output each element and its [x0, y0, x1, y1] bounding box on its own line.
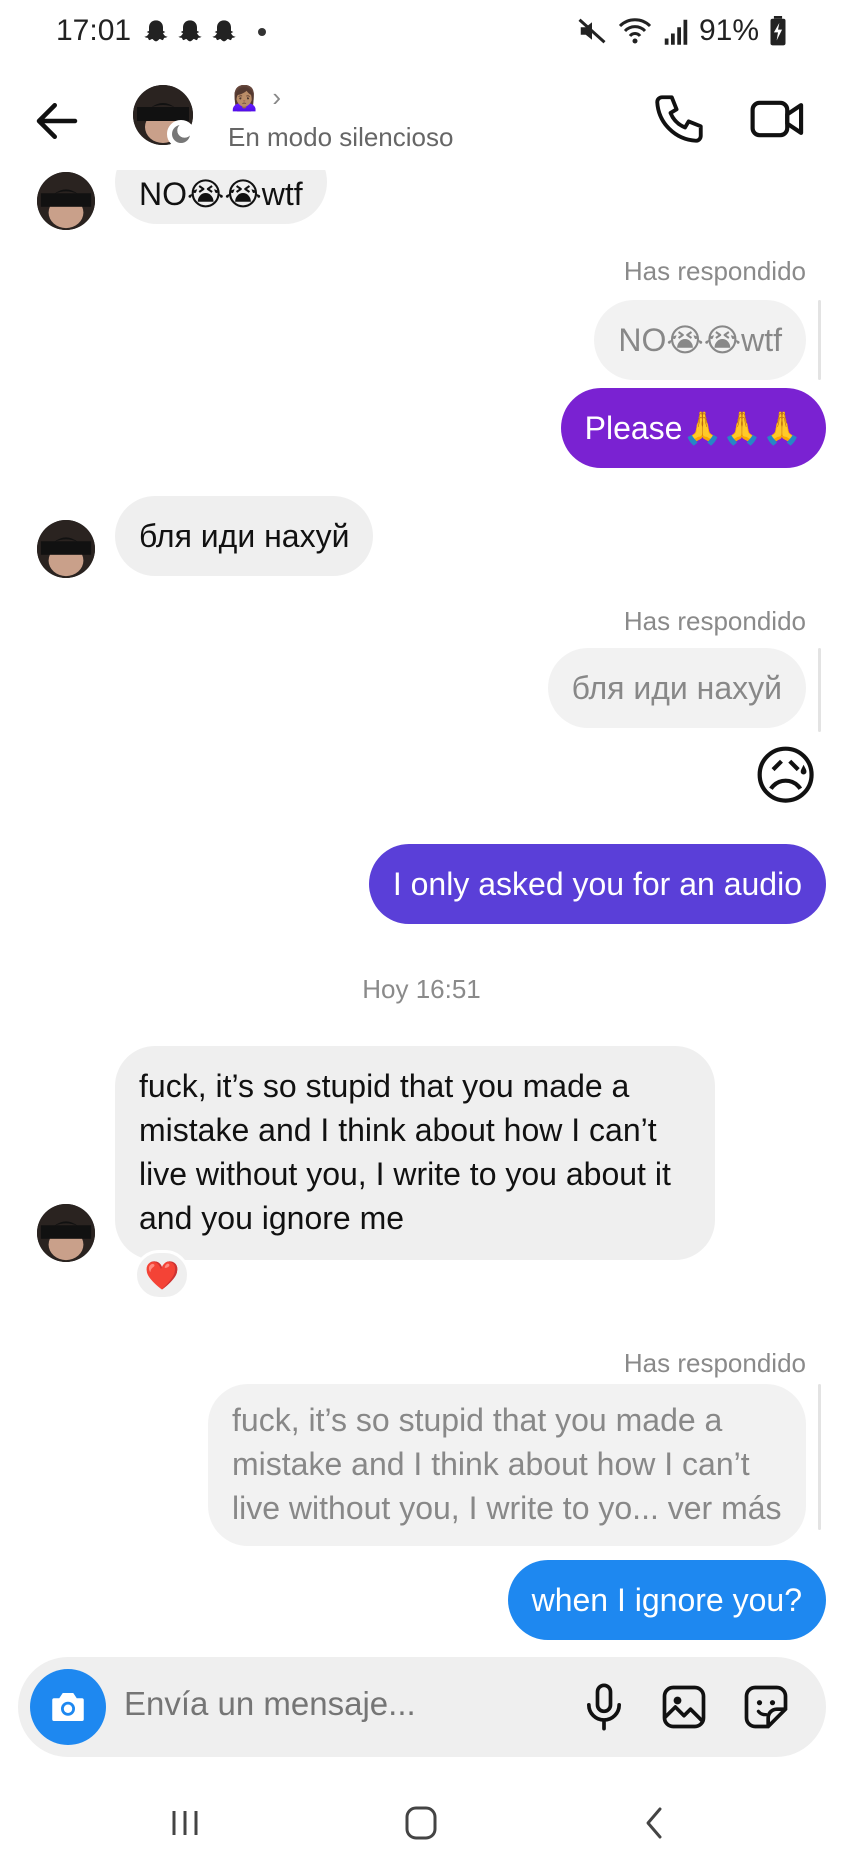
- back-arrow-icon[interactable]: [30, 94, 84, 148]
- sender-avatar[interactable]: [37, 172, 95, 230]
- reply-bar: [818, 300, 821, 380]
- outgoing-message[interactable]: Please🙏🙏🙏: [560, 388, 826, 468]
- message-text: when I ignore you?: [531, 1582, 802, 1618]
- contact-status: En modo silencioso: [228, 122, 454, 152]
- snapchat-ghost-icon: [178, 20, 202, 42]
- sender-avatar[interactable]: [37, 520, 95, 578]
- message-emojis: 🙏🙏🙏: [682, 410, 802, 446]
- message-text: бля иди нахуй: [139, 518, 350, 554]
- image-icon[interactable]: [658, 1681, 710, 1733]
- replied-label: Has respondido: [623, 256, 806, 286]
- status-time: 17:01: [56, 14, 132, 47]
- phone-icon[interactable]: [650, 90, 708, 148]
- back-nav-icon[interactable]: [630, 1803, 680, 1843]
- quoted-text: wtf: [741, 322, 782, 358]
- message-composer: [18, 1657, 826, 1757]
- message-input[interactable]: [124, 1685, 454, 1723]
- quoted-message[interactable]: бля иди нахуй: [547, 648, 806, 728]
- message-text: Please: [584, 410, 683, 446]
- incoming-message[interactable]: NO😭😭wtf: [115, 170, 327, 224]
- message-emojis: 😭😭: [187, 176, 262, 212]
- quoted-message[interactable]: NO😭😭wtf: [594, 300, 806, 380]
- heart-icon: ❤️: [144, 1259, 180, 1291]
- video-camera-icon[interactable]: [748, 90, 808, 148]
- home-icon[interactable]: [396, 1803, 446, 1843]
- microphone-icon[interactable]: [578, 1681, 630, 1733]
- battery-percentage: 91%: [698, 14, 759, 47]
- camera-icon: [52, 1693, 84, 1721]
- outgoing-message[interactable]: when I ignore you?: [507, 1560, 826, 1640]
- more-notifications-dot: [258, 28, 266, 36]
- reply-bar: [818, 1384, 821, 1530]
- replied-label: Has respondido: [623, 1348, 806, 1378]
- chat-header: 🙍🏽‍♀️ › En modo silencioso: [0, 70, 843, 170]
- incoming-message[interactable]: бля иди нахуй: [115, 496, 374, 576]
- system-navigation-bar: [0, 1773, 843, 1873]
- reply-bar: [818, 648, 821, 732]
- message-text: NO: [139, 176, 187, 212]
- signal-icon: [664, 19, 688, 45]
- quoted-text: бля иди нахуй: [571, 670, 782, 706]
- contact-name-emoji: 🙍🏽‍♀️: [228, 82, 261, 112]
- replied-label: Has respondido: [623, 606, 806, 636]
- recent-apps-icon[interactable]: [160, 1803, 210, 1843]
- quoted-text: fuck, it’s so stupid that you made a mis…: [232, 1402, 782, 1526]
- status-bar: 17:01 91%: [0, 0, 843, 70]
- snapchat-ghost-icon: [144, 20, 168, 42]
- message-text: wtf: [261, 176, 303, 212]
- heart-reaction[interactable]: ❤️: [134, 1250, 190, 1300]
- quoted-text: NO: [618, 322, 667, 358]
- chevron-right-icon: ›: [272, 82, 282, 112]
- sender-avatar[interactable]: [37, 1204, 95, 1262]
- emoji-message[interactable]: 😥: [752, 740, 819, 812]
- outgoing-message[interactable]: I only asked you for an audio: [368, 844, 826, 924]
- message-list[interactable]: NO😭😭wtf Has respondido NO😭😭wtf Please🙏🙏🙏…: [0, 170, 843, 1650]
- camera-button[interactable]: [30, 1669, 106, 1745]
- sticker-icon[interactable]: [740, 1681, 792, 1733]
- quoted-emojis: 😭😭: [666, 322, 742, 358]
- notification-icons: [142, 18, 266, 46]
- message-text: fuck, it’s so stupid that you made a mis…: [139, 1068, 671, 1236]
- quoted-message[interactable]: fuck, it’s so stupid that you made a mis…: [208, 1384, 806, 1546]
- snapchat-ghost-icon: [212, 20, 236, 42]
- contact-name-row[interactable]: 🙍🏽‍♀️ ›: [228, 82, 281, 113]
- battery-icon: [770, 16, 786, 46]
- message-text: I only asked you for an audio: [392, 866, 802, 902]
- wifi-icon: [618, 18, 652, 44]
- status-right: 91%: [577, 14, 787, 48]
- moon-status-icon: [167, 120, 195, 148]
- mute-icon: [578, 18, 606, 44]
- incoming-message[interactable]: fuck, it’s so stupid that you made a mis…: [115, 1046, 715, 1260]
- timestamp: Hoy 16:51: [362, 974, 481, 1004]
